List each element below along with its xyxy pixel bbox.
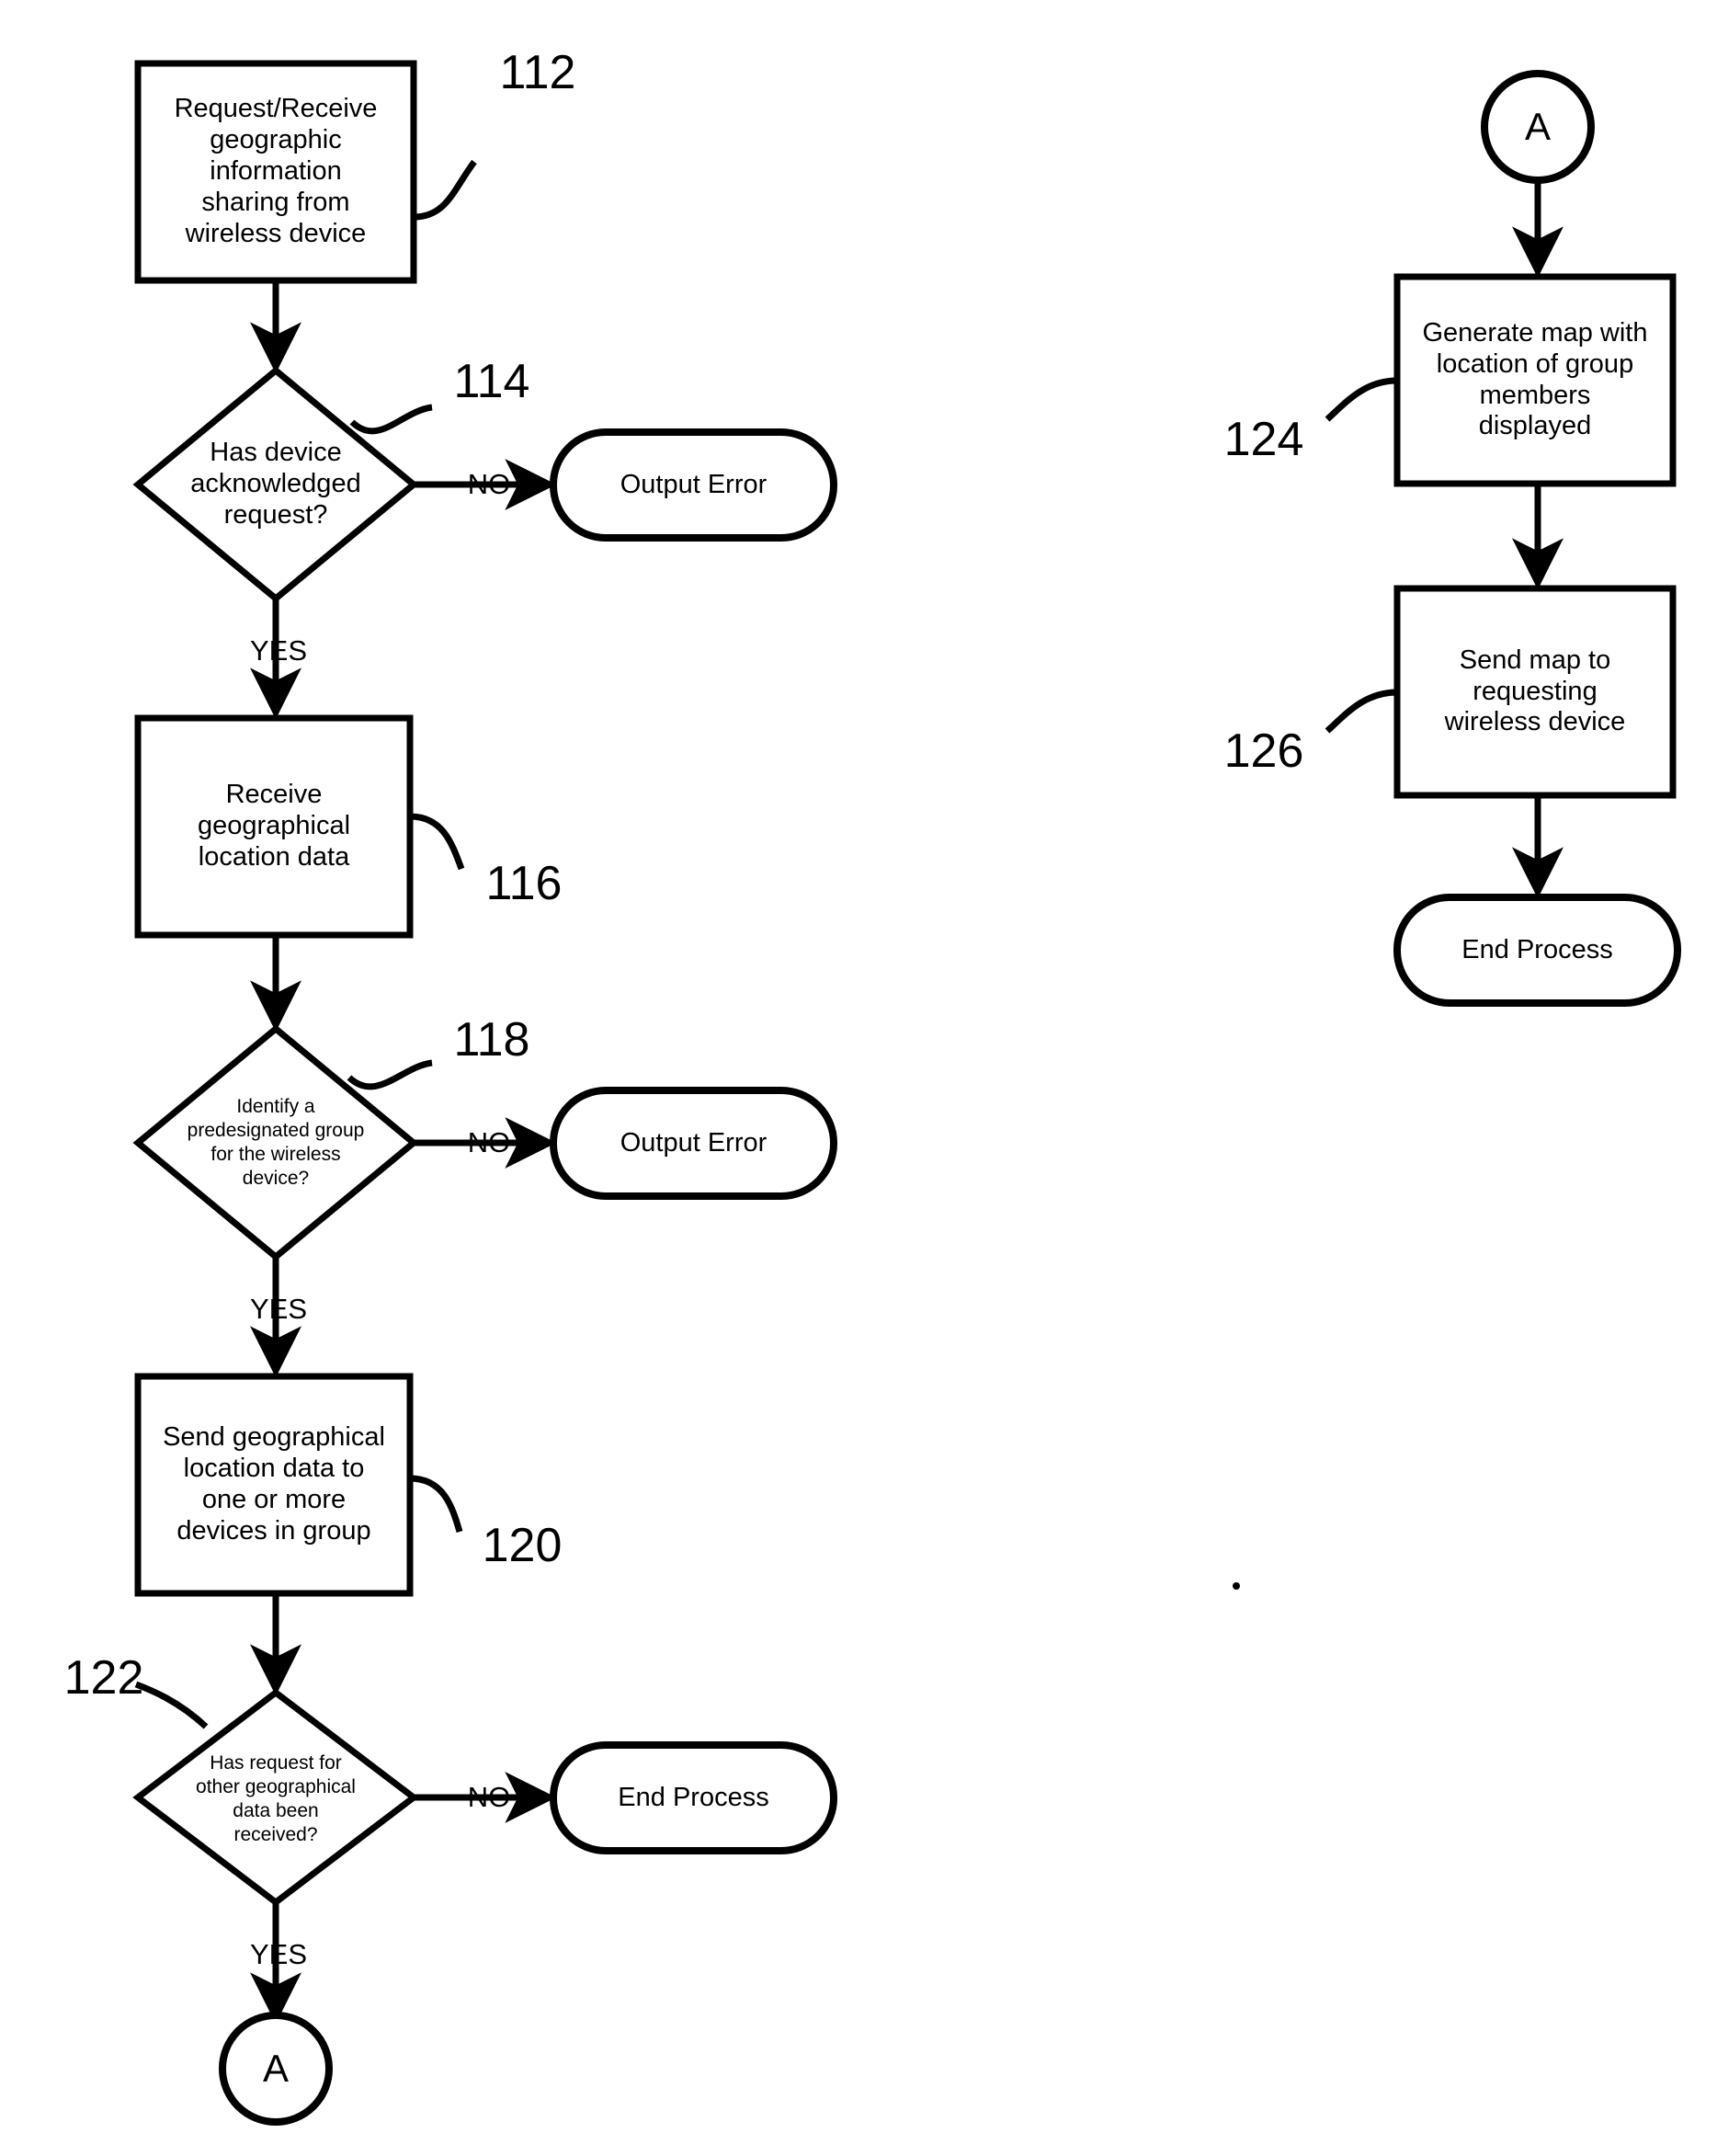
node-120-shape — [134, 1373, 414, 1597]
leader-112 — [413, 159, 477, 221]
node-112-shape — [134, 60, 417, 284]
node-end-right-shape — [1393, 894, 1681, 1007]
flowchart-graphics — [132, 60, 1681, 2126]
node-114-shape — [132, 366, 419, 603]
leader-116 — [409, 813, 465, 871]
node-118-shape — [132, 1024, 419, 1261]
leader-118 — [347, 1059, 433, 1090]
node-122-no-shape — [550, 1741, 837, 1854]
leader-124 — [1325, 377, 1398, 422]
node-126-shape — [1393, 585, 1677, 799]
node-118-no-shape — [550, 1087, 837, 1200]
connector-a-top-shape — [1481, 70, 1595, 184]
leader-120 — [409, 1475, 463, 1533]
node-122-shape — [132, 1688, 419, 1907]
flowchart-page: Request/Receive geographic information s… — [0, 0, 1717, 2156]
leader-122 — [134, 1681, 209, 1729]
leader-126 — [1325, 689, 1398, 734]
page-artifact-dot — [1233, 1582, 1240, 1590]
connector-a-bottom-shape — [219, 2012, 333, 2126]
node-114-no-shape — [550, 428, 837, 542]
node-124-shape — [1393, 273, 1677, 487]
node-116-shape — [134, 714, 414, 939]
leader-114 — [349, 404, 433, 435]
